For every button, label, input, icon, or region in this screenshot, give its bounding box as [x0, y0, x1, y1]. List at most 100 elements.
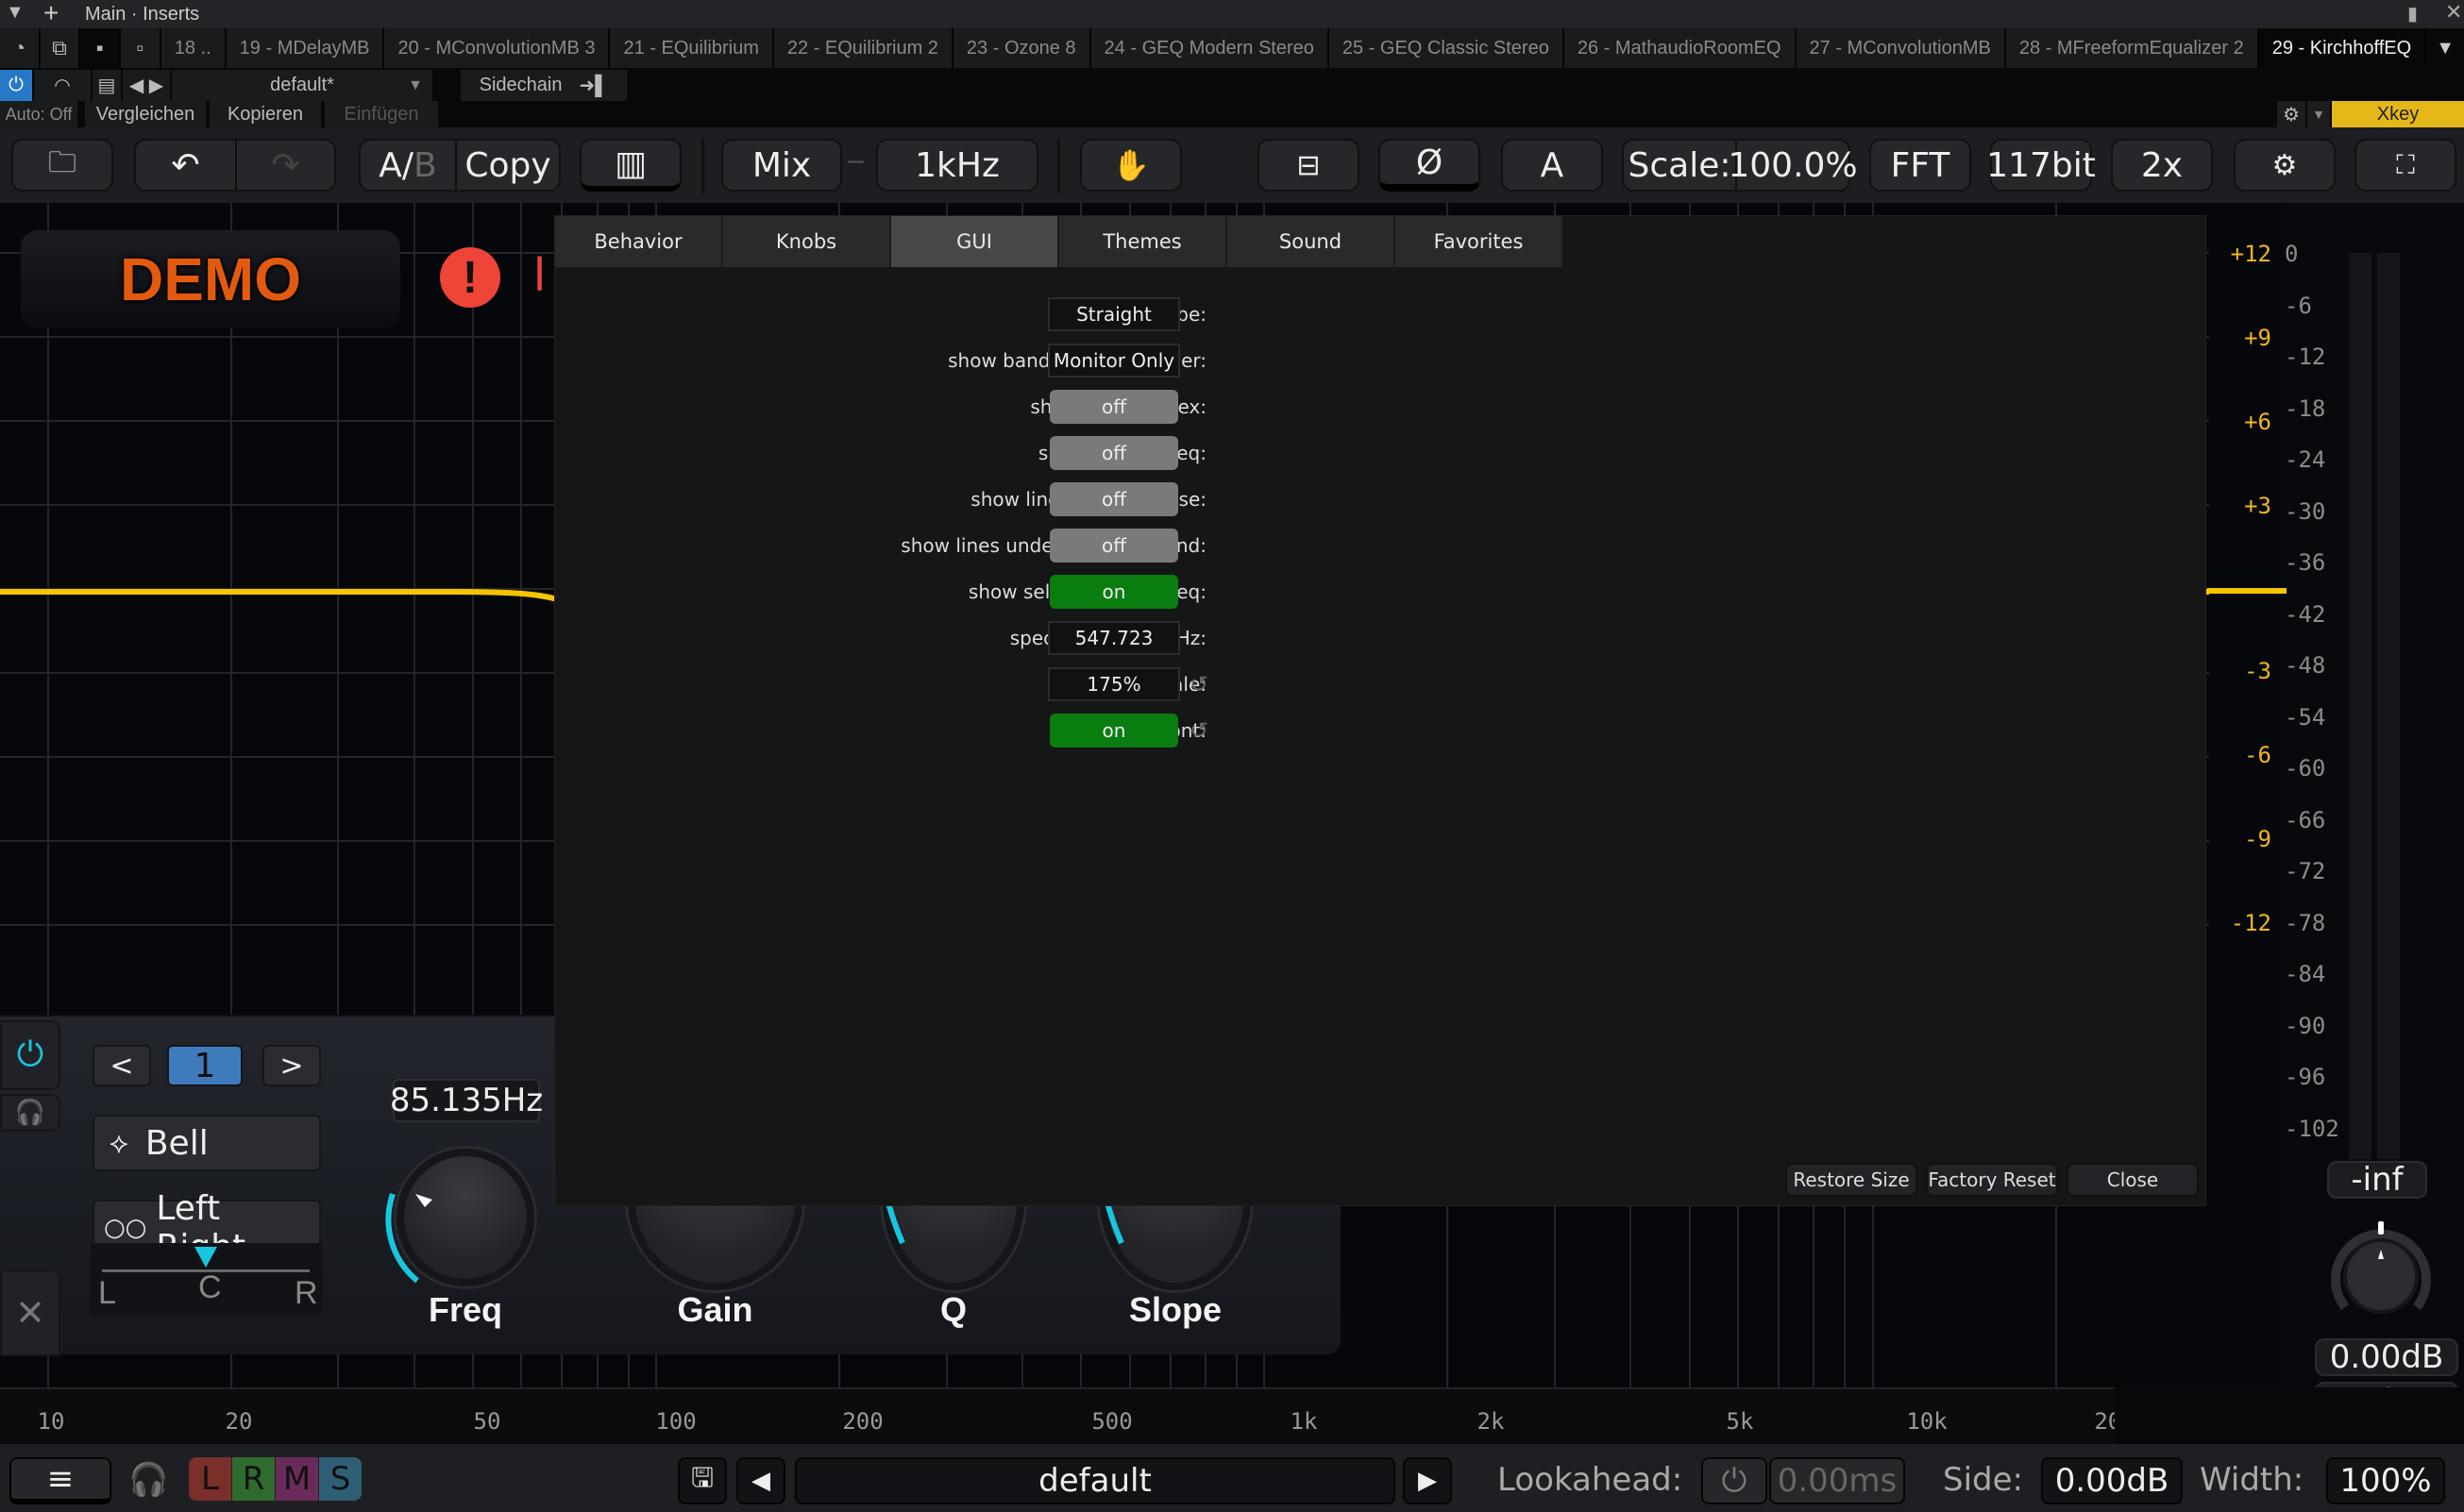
settings-tab-favorites[interactable]: Favorites — [1395, 216, 1563, 267]
band-prev-button[interactable]: < — [93, 1045, 151, 1086]
setting-toggle[interactable]: off — [1050, 529, 1178, 563]
insert-tab[interactable]: 20 - MConvolutionMB 3 — [384, 28, 611, 68]
plugin-power-button[interactable]: ⏻ — [0, 70, 32, 101]
setting-value-field[interactable]: Straight — [1048, 297, 1180, 331]
pan-handle[interactable] — [194, 1247, 217, 1268]
settings-button[interactable]: ⚙ — [2234, 139, 2336, 192]
close-window-icon[interactable]: ✕ — [2445, 0, 2462, 25]
copy-preset-button[interactable]: Kopieren — [210, 101, 321, 127]
menu-button[interactable]: ≡ — [9, 1457, 111, 1504]
phase-invert-button[interactable]: Ø — [1378, 139, 1480, 192]
reset-icon[interactable]: ↺ — [1190, 719, 1214, 744]
band-index-field[interactable]: 1 — [167, 1045, 243, 1086]
close-dialog-button[interactable]: Close — [2067, 1163, 2199, 1197]
insert-tab[interactable]: 24 - GEQ Modern Stereo — [1090, 28, 1329, 68]
sidechain-button[interactable]: Sidechain ➜▌ — [461, 70, 627, 101]
settings-dropdown-icon[interactable]: ▼ — [2307, 101, 2330, 127]
insert-tab[interactable]: 28 - MFreeformEqualizer 2 — [2005, 28, 2259, 68]
frequency-button[interactable]: 1kHz — [876, 139, 1038, 192]
setting-value-field[interactable]: 547.723 — [1048, 621, 1180, 655]
restore-size-button[interactable]: Restore Size — [1785, 1163, 1917, 1197]
tabs-dropdown-icon[interactable]: ▼ — [2426, 28, 2464, 68]
xkey-button[interactable]: Xkey — [2332, 101, 2464, 127]
prev-preset-button[interactable]: ◀ — [736, 1457, 785, 1504]
channel-button-s[interactable]: S — [319, 1457, 362, 1501]
output-gain-knob[interactable] — [2324, 1218, 2438, 1321]
scale-value-button[interactable]: 100.0% — [1728, 141, 1858, 190]
setting-toggle[interactable]: on — [1050, 714, 1178, 748]
pan-slider[interactable]: L C R — [91, 1243, 323, 1315]
settings-tab-behavior[interactable]: Behavior — [555, 216, 723, 267]
mix-button[interactable]: Mix — [721, 139, 842, 192]
setting-value-field[interactable]: 175% — [1048, 667, 1180, 701]
setting-toggle[interactable]: off — [1050, 482, 1178, 516]
insert-tab[interactable]: 29 - KirchhoffEQ — [2258, 28, 2427, 68]
layout-button[interactable]: ⊟ — [1257, 139, 1359, 192]
automation-button[interactable]: Auto: Off — [0, 101, 77, 127]
freq-value-field[interactable]: 85.135Hz — [390, 1079, 543, 1122]
insert-mode-icon[interactable]: ▪ — [80, 28, 122, 68]
setting-toggle[interactable]: on — [1050, 575, 1178, 609]
monitor-headphones-icon[interactable]: 🎧 — [128, 1461, 168, 1499]
channel-button-l[interactable]: L — [189, 1457, 231, 1501]
settings-tab-gui[interactable]: GUI — [891, 216, 1059, 267]
channel-button-r[interactable]: R — [232, 1457, 275, 1501]
host-preset-select[interactable]: default* ▼ — [172, 70, 432, 101]
band-next-button[interactable]: > — [262, 1045, 321, 1086]
setting-toggle[interactable]: off — [1050, 436, 1178, 470]
midi-button[interactable]: ▥ — [580, 139, 682, 192]
factory-reset-button[interactable]: Factory Reset — [1926, 1163, 2058, 1197]
insert-tab[interactable]: 22 - EQuilibrium 2 — [773, 28, 954, 68]
add-insert-icon[interactable]: + — [43, 0, 59, 28]
output-gain-value[interactable]: 0.00dB — [2315, 1338, 2458, 1376]
insert-tab[interactable]: 19 - MDelayMB — [226, 28, 385, 68]
save-preset-button[interactable]: 🖫 — [678, 1457, 727, 1504]
setting-value-field[interactable]: Monitor Only — [1048, 344, 1180, 378]
band-power-button[interactable]: ⏻ — [0, 1020, 60, 1090]
insert-tab[interactable]: 23 - Ozone 8 — [953, 28, 1091, 68]
insert-tab[interactable]: 27 - MConvolutionMB — [1796, 28, 2006, 68]
ab-toggle-button[interactable]: A/B — [361, 141, 455, 190]
redo-button[interactable]: ↷ — [235, 141, 334, 190]
preset-list-icon[interactable]: ▤ — [93, 70, 121, 101]
analyzer-a-button[interactable]: A — [1501, 139, 1603, 192]
insert-tab[interactable]: 26 - MathaudioRoomEQ — [1563, 28, 1797, 68]
oversampling-button[interactable]: 2x — [2111, 139, 2213, 192]
setting-toggle[interactable]: off — [1050, 390, 1178, 424]
lookahead-value[interactable]: 0.00ms — [1769, 1457, 1905, 1504]
side-value[interactable]: 0.00dB — [2041, 1457, 2183, 1504]
collapse-arrow-icon[interactable]: ▼ — [6, 2, 25, 24]
bit-depth-button[interactable]: 117bit — [1986, 139, 2096, 192]
open-preset-button[interactable]: 🗀 — [11, 139, 113, 192]
lookahead-toggle[interactable]: ⏻ — [1701, 1457, 1767, 1504]
preset-selector[interactable]: default — [795, 1457, 1395, 1504]
settings-tab-sound[interactable]: Sound — [1227, 216, 1395, 267]
width-value[interactable]: 100% — [2326, 1457, 2445, 1504]
settings-gear-icon[interactable]: ⚙ — [2277, 101, 2305, 127]
insert-tab[interactable]: 18 .. — [160, 28, 227, 68]
monitor-button[interactable]: ◠ — [34, 70, 91, 101]
fft-button[interactable]: FFT — [1869, 139, 1971, 192]
routing-icon[interactable]: ⧉ — [40, 28, 81, 68]
paste-preset-button[interactable]: Einfügen — [325, 101, 438, 127]
ab-copy-button[interactable]: Copy — [455, 141, 559, 190]
insert-mode-alt-icon[interactable]: ▫ — [121, 28, 161, 68]
power-dial-icon[interactable]: ◔ — [0, 28, 41, 68]
fullscreen-button[interactable]: ⛶ — [2354, 139, 2456, 192]
filter-type-button[interactable]: ⟡ Bell — [93, 1115, 321, 1171]
next-preset-button[interactable]: ▶ — [1403, 1457, 1452, 1504]
pan-tool-button[interactable]: ✋ — [1080, 139, 1182, 192]
channel-button-m[interactable]: M — [276, 1457, 318, 1501]
reset-icon[interactable]: ↺ — [1190, 673, 1214, 697]
compare-button[interactable]: Vergleichen — [85, 101, 206, 127]
band-delete-button[interactable]: ✕ — [0, 1269, 60, 1356]
insert-tab[interactable]: 25 - GEQ Classic Stereo — [1328, 28, 1564, 68]
pin-icon[interactable]: ▮ — [2407, 2, 2418, 25]
settings-tab-themes[interactable]: Themes — [1059, 216, 1227, 267]
preset-prev-next-button[interactable]: ◀ ▶ — [123, 70, 170, 101]
warning-icon[interactable]: ! — [440, 247, 500, 308]
undo-button[interactable]: ↶ — [136, 141, 235, 190]
insert-tab[interactable]: 21 - EQuilibrium — [610, 28, 774, 68]
settings-tab-knobs[interactable]: Knobs — [723, 216, 891, 267]
band-solo-button[interactable]: 🎧 — [0, 1094, 60, 1132]
